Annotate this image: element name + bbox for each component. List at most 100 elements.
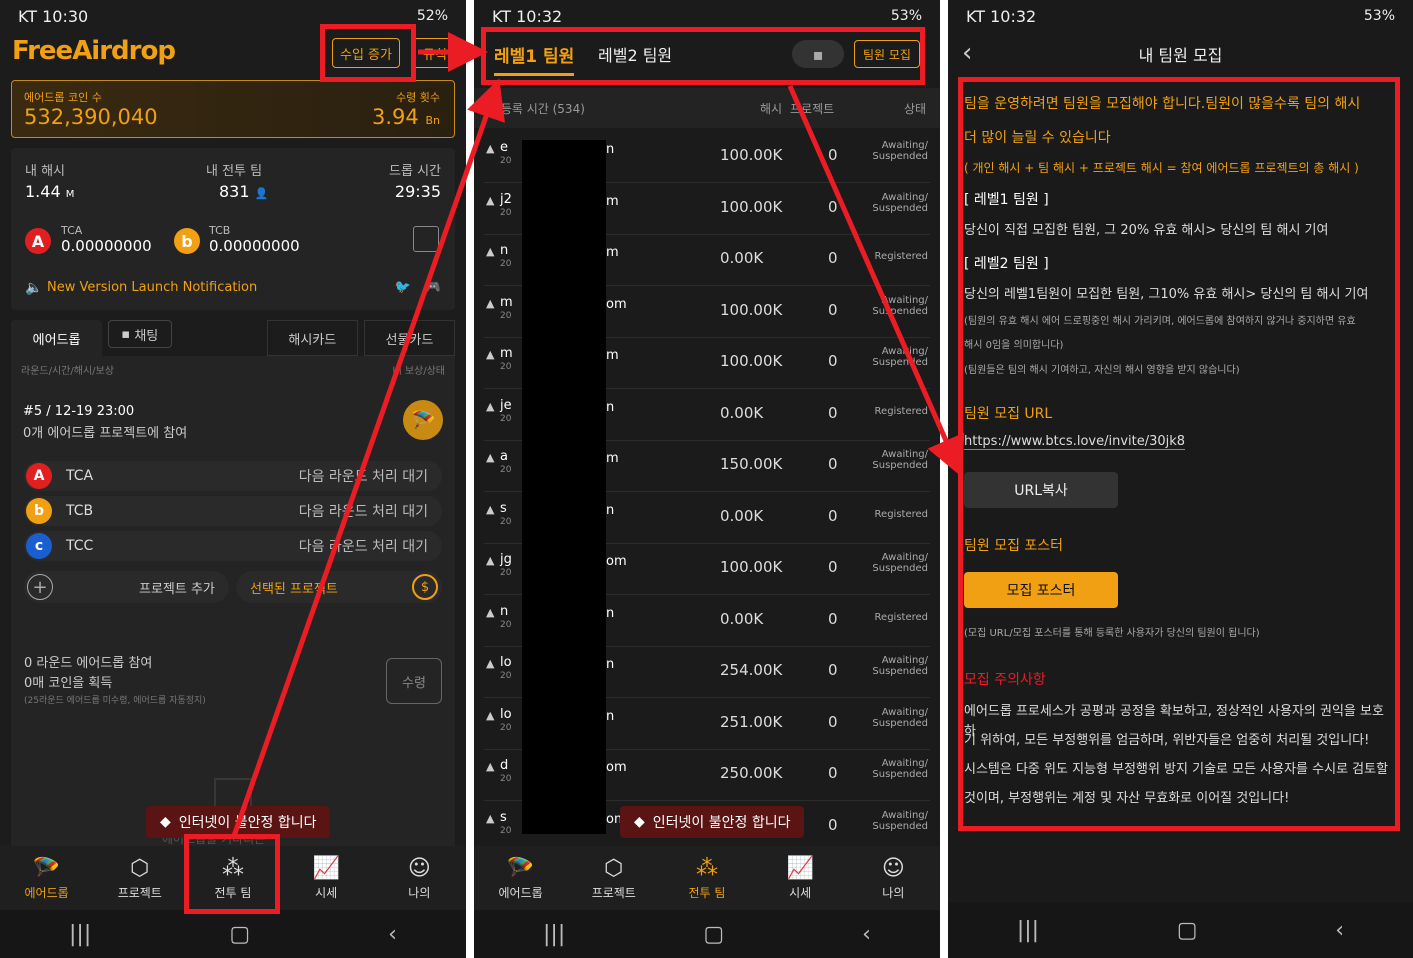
recruit-button[interactable]: 팀원 모집: [854, 40, 920, 68]
receive-button[interactable]: 수령: [386, 658, 442, 704]
recruit-url-title: 팀원 모집 URL: [964, 406, 1053, 422]
member-id-suffix: om: [606, 296, 627, 312]
note-team-hash: (팀원들은 팀의 해시 기여하고, 자신의 해시 영향을 받지 않습니다): [964, 365, 1240, 376]
member-id-suffix: om: [606, 760, 627, 775]
home-icon[interactable]: ▢: [229, 922, 250, 947]
recents-icon[interactable]: |||: [543, 922, 565, 947]
nav-team[interactable]: ⁂ 전투 팀: [193, 856, 273, 901]
coin-summary-card: 에어드롭 코인 수 532,390,040 수령 횟수 3.94 Bn: [11, 80, 455, 138]
member-id-prefix: n: [500, 603, 509, 619]
status-right: 53%: [1363, 8, 1395, 24]
notice-link[interactable]: New Version Launch Notification: [47, 280, 257, 295]
add-project-button[interactable]: + 프로젝트 추가: [24, 571, 229, 603]
person-icon: ▲: [486, 708, 495, 722]
member-project: 0: [828, 764, 838, 782]
note-effective-hash-2: 해시 0임을 의미합니다): [964, 340, 1064, 351]
selected-project-label: 선택된 프로젝트: [250, 581, 338, 597]
nav-market[interactable]: 📈 시세: [286, 856, 366, 901]
nav-airdrop[interactable]: 🪂 에어드롭: [7, 856, 87, 901]
tcb-balance: 0.00000000: [209, 237, 300, 255]
home-icon[interactable]: ▢: [703, 922, 724, 947]
member-id-prefix: jg: [500, 552, 512, 567]
coin-row-tcb: b TCB 다음 라운드 처리 대기: [24, 496, 442, 526]
parachute-icon: 🪂: [506, 855, 535, 881]
member-hash: 0.00K: [720, 249, 764, 267]
recents-icon[interactable]: |||: [1017, 918, 1039, 943]
tca-balance: 0.00000000: [61, 237, 152, 255]
tca-coin-icon: A: [25, 228, 51, 254]
discord-icon[interactable]: 🎮: [425, 280, 441, 295]
intro-line2: 더 많이 늘릴 수 있습니다: [964, 130, 1111, 146]
recents-icon[interactable]: |||: [69, 922, 91, 947]
selected-project-button[interactable]: 선택된 프로젝트 $: [236, 571, 442, 603]
member-id-suffix: n: [606, 605, 615, 621]
tab-level1[interactable]: 레벨1 팀원: [494, 42, 575, 76]
message-icon[interactable]: ▪: [792, 40, 844, 68]
back-icon[interactable]: ‹: [862, 922, 871, 947]
wallet-icon[interactable]: [413, 226, 439, 252]
app-logo: FreeAirdrop: [12, 36, 176, 66]
my-hash-unit: M: [65, 189, 75, 200]
team-icon: ⁂: [695, 855, 718, 881]
member-hash: 0.00K: [720, 506, 764, 525]
member-status-line2: Suspended: [872, 151, 928, 162]
member-hash: 100.00K: [720, 300, 783, 319]
person-icon: ▲: [486, 399, 495, 413]
tab-airdrop[interactable]: 에어드롭: [11, 320, 103, 356]
poster-button[interactable]: 모집 포스터: [964, 572, 1118, 608]
redaction-block: [522, 140, 606, 834]
member-hash: 251.00K: [720, 712, 783, 731]
member-id-suffix: n: [606, 142, 615, 157]
member-project: 0: [828, 815, 838, 834]
nav-me[interactable]: ☺ 나의: [853, 856, 933, 901]
status-right: 52%: [416, 8, 448, 24]
user-icon: ☺: [881, 855, 905, 881]
copy-url-button[interactable]: URL복사: [964, 472, 1118, 508]
member-date-prefix: 20: [500, 362, 512, 372]
member-status-line1: Registered: [874, 508, 928, 520]
recruit-url[interactable]: https://www.btcs.love/invite/30jk8: [964, 434, 1186, 450]
back-icon[interactable]: ‹: [388, 922, 397, 947]
nav-market[interactable]: 📈 시세: [760, 856, 840, 901]
member-status-line1: Registered: [874, 251, 928, 262]
intro-line1: 팀을 운영하려면 팀원을 모집해야 합니다.팀원이 많을수록 팀의 해시: [964, 96, 1361, 112]
rules-button[interactable]: 규칙: [412, 38, 458, 68]
col-project: 프로젝트: [790, 102, 835, 116]
nav-team[interactable]: ⁂ 전투 팀: [667, 856, 747, 901]
nav-airdrop[interactable]: 🪂 에어드롭: [481, 856, 561, 901]
nav-label: 전투 팀: [214, 885, 252, 900]
member-date-prefix: 20: [500, 207, 512, 218]
member-date-prefix: 20: [500, 619, 512, 630]
nav-me[interactable]: ☺ 나의: [379, 856, 459, 901]
tcb-coin-icon: b: [174, 228, 200, 254]
nav-label: 나의: [882, 885, 905, 900]
member-status-line2: Suspended: [872, 769, 928, 780]
tab-chat[interactable]: ▪ 채팅: [108, 320, 172, 348]
network-toast: ◆ 인터넷이 불안정 합니다: [620, 806, 805, 838]
back-icon[interactable]: ‹: [1335, 918, 1344, 943]
coin-count-value: 532,390,040: [24, 105, 158, 129]
coin-name: TCA: [66, 468, 94, 484]
income-increase-button[interactable]: 수입 증가: [332, 38, 400, 68]
member-date-prefix: 20: [500, 774, 512, 784]
col-id: ID/등록 시간 (534): [484, 102, 585, 116]
tab-hash-card[interactable]: 해시카드: [266, 320, 358, 356]
tab-gift-card[interactable]: 선물카드: [363, 320, 456, 356]
member-project: 0: [828, 352, 838, 370]
caution-line4: 것이며, 부정행위는 계정 및 자산 무효화로 이어질 것입니다!: [964, 791, 1290, 806]
member-id-suffix: n: [606, 657, 615, 672]
nav-project[interactable]: ⬡ 프로젝트: [574, 856, 654, 901]
member-id-suffix: m: [606, 348, 619, 363]
nav-label: 시세: [789, 885, 812, 900]
member-status-line1: Awaiting/: [881, 294, 928, 306]
nav-project[interactable]: ⬡ 프로젝트: [100, 856, 180, 901]
home-icon[interactable]: ▢: [1177, 918, 1198, 943]
main-tabs: 에어드롭 ▪ 채팅 해시카드 선물카드: [11, 320, 456, 356]
tcb-icon: b: [26, 498, 52, 524]
toast-text: 인터넷이 불안정 합니다: [178, 815, 317, 831]
tab-level2[interactable]: 레벨2 팀원: [598, 42, 672, 66]
add-project-label: 프로젝트 추가: [139, 581, 215, 597]
twitter-icon[interactable]: 🐦: [395, 280, 411, 295]
system-nav: ||| ▢ ‹: [0, 910, 466, 958]
nav-label: 에어드롭: [498, 885, 543, 900]
